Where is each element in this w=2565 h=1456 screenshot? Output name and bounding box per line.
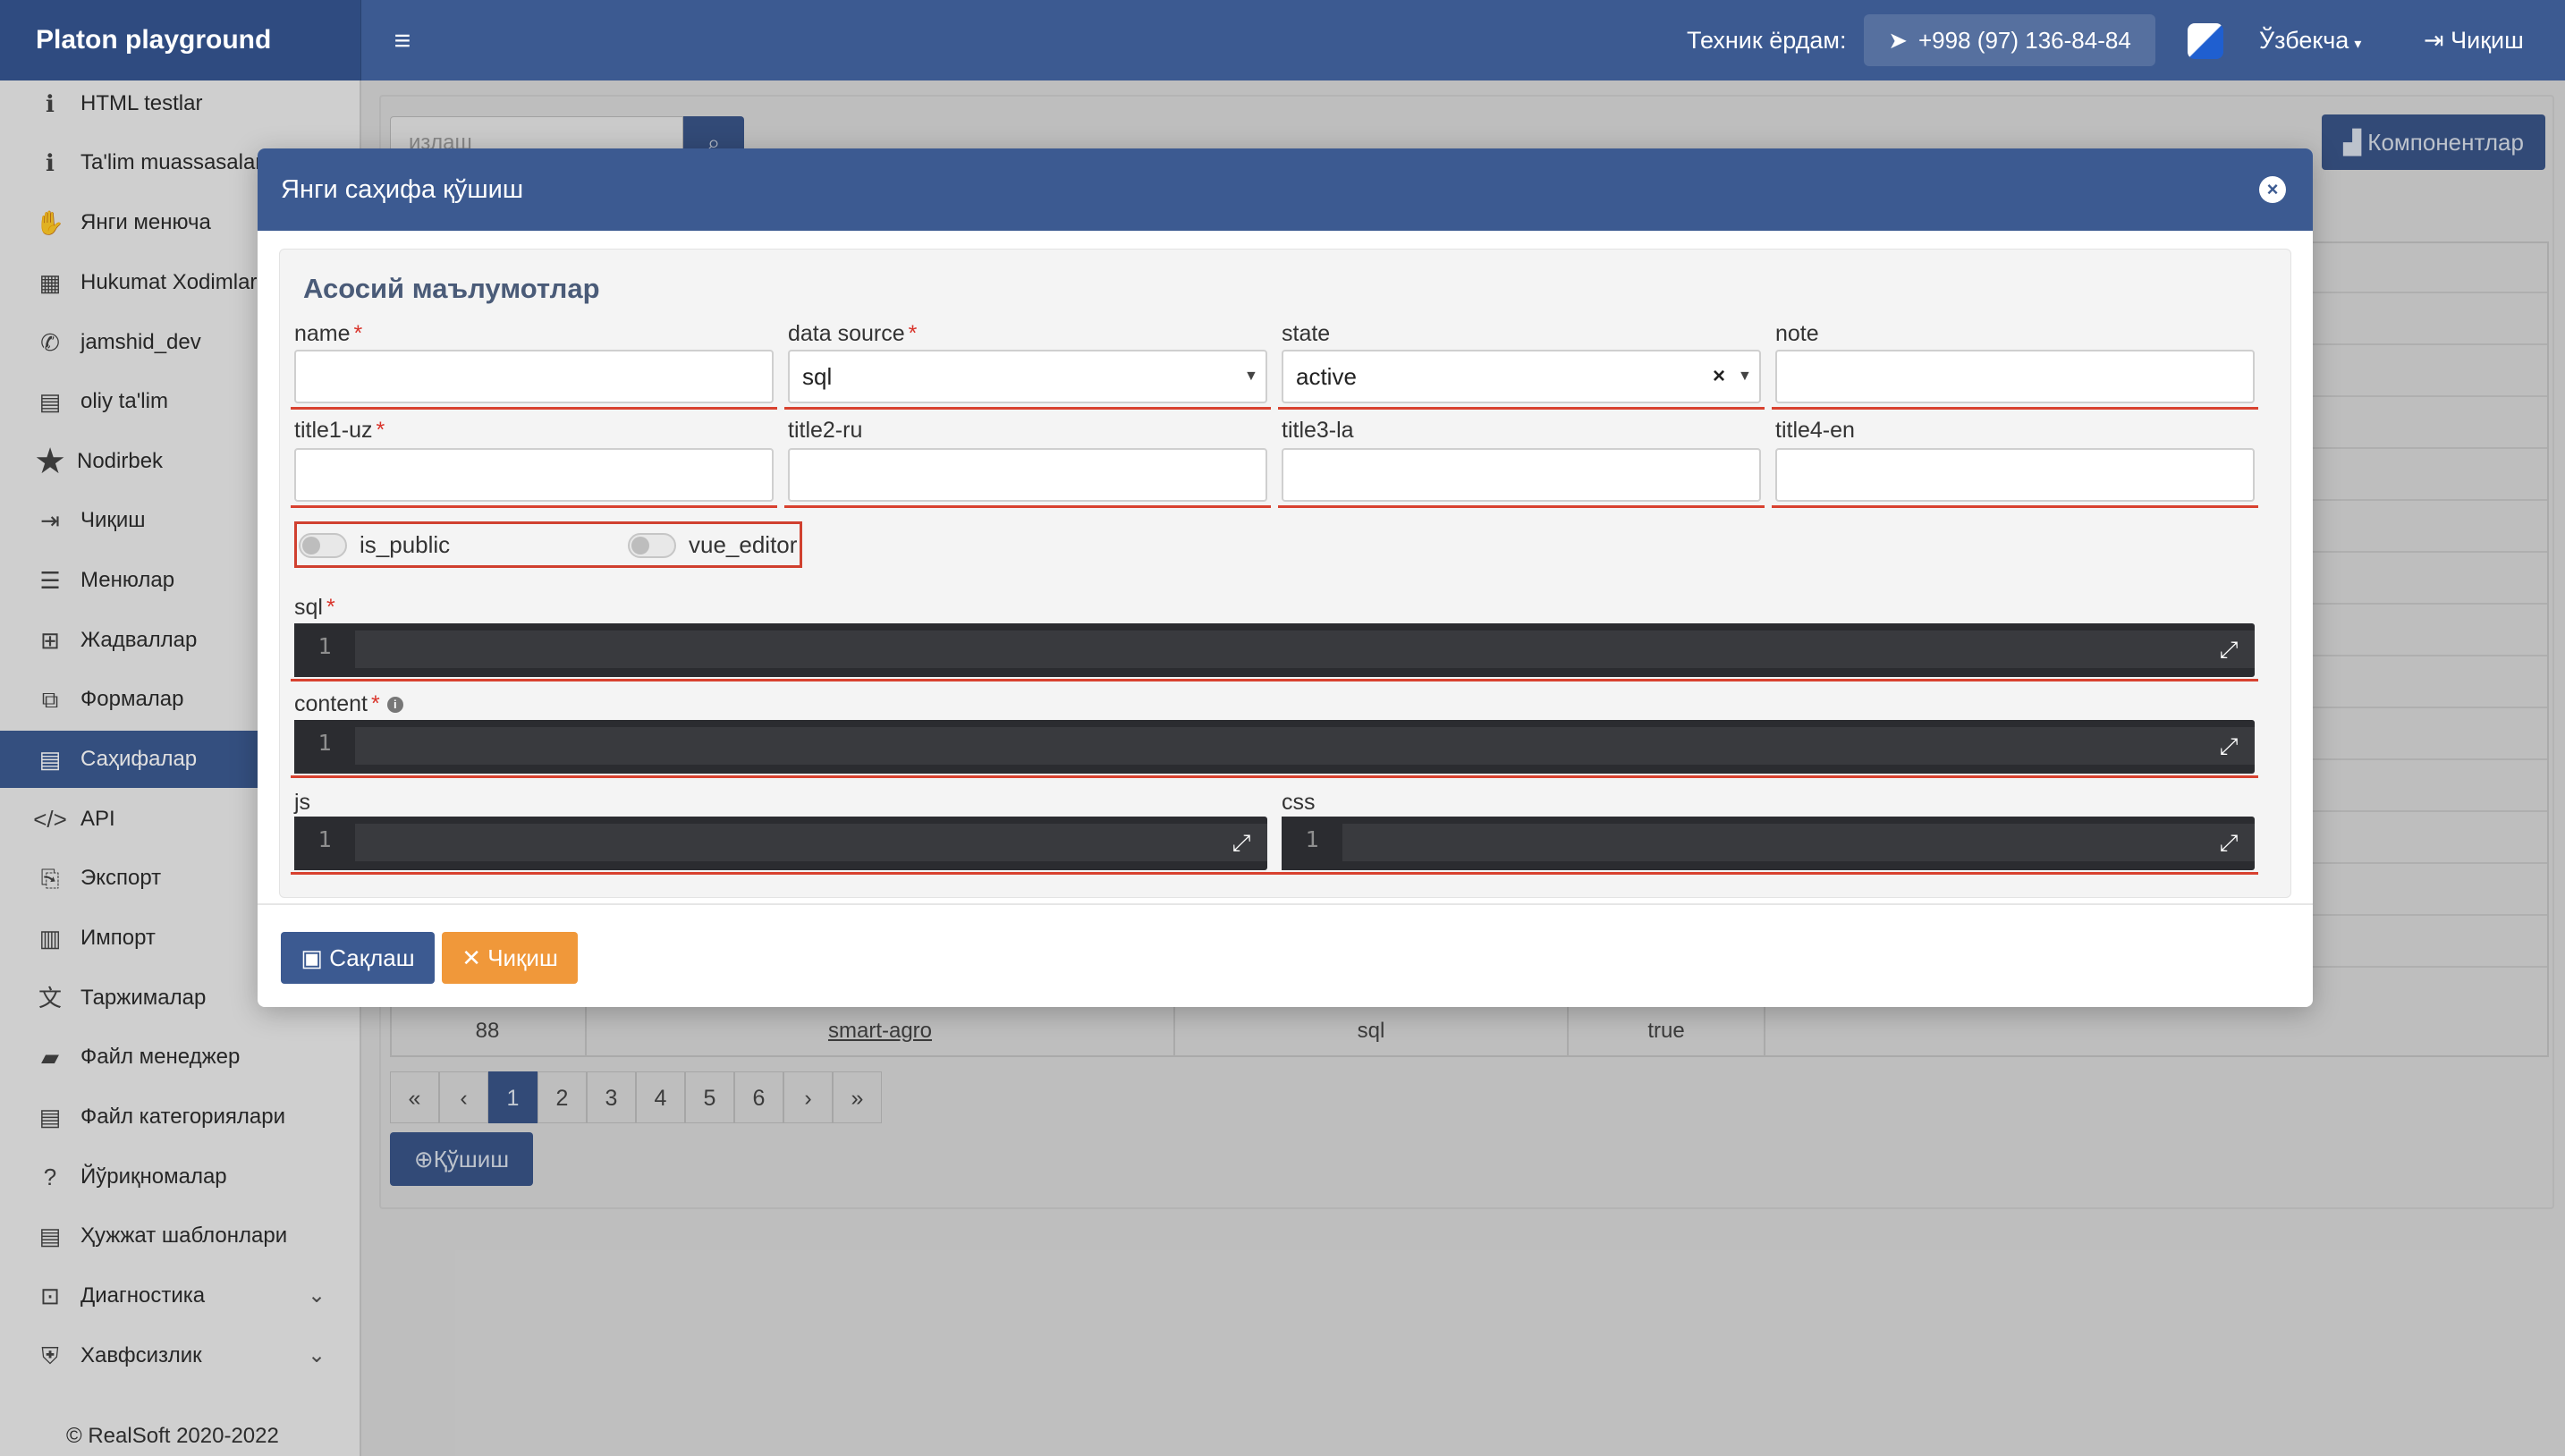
expand-icon[interactable]: ⤢ — [2215, 829, 2242, 856]
caret-down-icon: ▼ — [1244, 368, 1258, 384]
css-label: css — [1282, 790, 1316, 815]
data-source-label: data source * — [788, 321, 918, 346]
sql-code-editor[interactable]: 1 ⤢ — [294, 623, 2255, 677]
css-code-editor[interactable]: 1 ⤢ — [1282, 817, 2255, 870]
modal-footer-divider — [258, 903, 2313, 905]
support-phone-text: +998 (97) 136-84-84 — [1918, 27, 2131, 54]
editor-active-line — [355, 631, 2255, 668]
state-select[interactable]: active × ▼ — [1282, 350, 1761, 403]
toggle-group: is_public vue_editor — [294, 521, 802, 568]
info-icon[interactable]: i — [386, 697, 403, 714]
title1-label: title1-uz * — [294, 418, 385, 443]
title3-error-underline — [1278, 505, 1765, 508]
caret-down-icon: ▼ — [1738, 368, 1752, 384]
save-button-label: Сақлаш — [329, 944, 415, 971]
data-source-error-underline — [784, 407, 1271, 410]
exit-button[interactable]: ✕ Чиқиш — [442, 932, 578, 984]
close-icon: ✕ — [461, 944, 488, 971]
language-dropdown[interactable]: Ўзбекча ▾ — [2259, 0, 2361, 80]
floppy-icon: ▣ — [301, 944, 330, 971]
name-input[interactable] — [294, 350, 774, 403]
navbar-exit-label: Чиқиш — [2451, 27, 2524, 54]
brand-title[interactable]: Platon playground — [0, 0, 361, 80]
data-source-value: sql — [802, 363, 833, 390]
is-public-label: is_public — [360, 531, 451, 558]
js-label: js — [294, 790, 311, 815]
title3-input[interactable] — [1282, 448, 1761, 502]
navbar-exit-button[interactable]: ⇥ Чиқиш — [2424, 0, 2524, 80]
note-label: note — [1775, 321, 1819, 346]
caret-down-icon: ▾ — [2354, 37, 2362, 52]
sql-label: sql * — [294, 595, 335, 620]
is-public-toggle[interactable] — [299, 533, 347, 558]
toggle-knob — [302, 537, 320, 554]
modal-title: Янги саҳифа қўшиш — [281, 175, 524, 204]
save-button[interactable]: ▣ Сақлаш — [281, 932, 435, 984]
data-source-select[interactable]: sql ▼ — [788, 350, 1267, 403]
line-number: 1 — [294, 817, 355, 870]
editor-active-line — [1342, 824, 2255, 861]
exit-button-label: Чиқиш — [487, 944, 558, 971]
title4-input[interactable] — [1775, 448, 2255, 502]
title3-label: title3-la — [1282, 418, 1354, 443]
language-label: Ўзбекча — [2259, 27, 2349, 54]
line-number: 1 — [294, 720, 355, 774]
sign-out-icon: ⇥ — [2424, 27, 2451, 54]
title4-error-underline — [1772, 505, 2258, 508]
expand-icon[interactable]: ⤢ — [1228, 829, 1255, 856]
clear-icon[interactable]: × — [1713, 351, 1725, 402]
title2-input[interactable] — [788, 448, 1267, 502]
support-phone-button[interactable]: ➤ +998 (97) 136-84-84 — [1864, 14, 2155, 66]
expand-icon[interactable]: ⤢ — [2215, 732, 2242, 759]
support-label: Техник ёрдам: — [1687, 27, 1847, 54]
vue-editor-label: vue_editor — [689, 531, 798, 558]
modal-header: Янги саҳифа қўшиш × — [258, 148, 2313, 231]
state-label: state — [1282, 321, 1331, 346]
title2-label: title2-ru — [788, 418, 863, 443]
telegram-icon: ➤ — [1888, 27, 1908, 54]
expand-icon[interactable]: ⤢ — [2215, 636, 2242, 663]
hamburger-menu-icon[interactable]: ≡ — [386, 25, 419, 55]
content-error-underline — [291, 775, 2258, 778]
top-navbar: Platon playground ≡ Техник ёрдам: ➤ +998 … — [0, 0, 2565, 80]
section-title: Асосий маълумотлар — [303, 273, 600, 304]
name-error-underline — [291, 407, 777, 410]
name-label: name * — [294, 321, 363, 346]
editor-active-line — [355, 824, 1267, 861]
title4-label: title4-en — [1775, 418, 1855, 443]
state-value: active — [1296, 363, 1357, 390]
note-error-underline — [1772, 407, 2258, 410]
theme-toggle-icon[interactable] — [2188, 23, 2223, 59]
modal-body: Асосий маълумотлар name * data source * st… — [279, 249, 2291, 898]
js-code-editor[interactable]: 1 ⤢ — [294, 817, 1267, 870]
state-error-underline — [1278, 407, 1765, 410]
add-page-modal: Янги саҳифа қўшиш × Асосий маълумотлар n… — [258, 148, 2313, 1007]
toggle-knob — [631, 537, 649, 554]
line-number: 1 — [294, 623, 355, 677]
note-input[interactable] — [1775, 350, 2255, 403]
content-label: content * i — [294, 691, 403, 717]
line-number: 1 — [1282, 817, 1342, 870]
vue-editor-toggle[interactable] — [628, 533, 676, 558]
title1-input[interactable] — [294, 448, 774, 502]
editor-active-line — [355, 727, 2255, 765]
title1-error-underline — [291, 505, 777, 508]
js-css-error-underline — [291, 872, 2258, 875]
title2-error-underline — [784, 505, 1271, 508]
sql-error-underline — [291, 679, 2258, 681]
close-icon[interactable]: × — [2259, 176, 2286, 203]
content-code-editor[interactable]: 1 ⤢ — [294, 720, 2255, 774]
